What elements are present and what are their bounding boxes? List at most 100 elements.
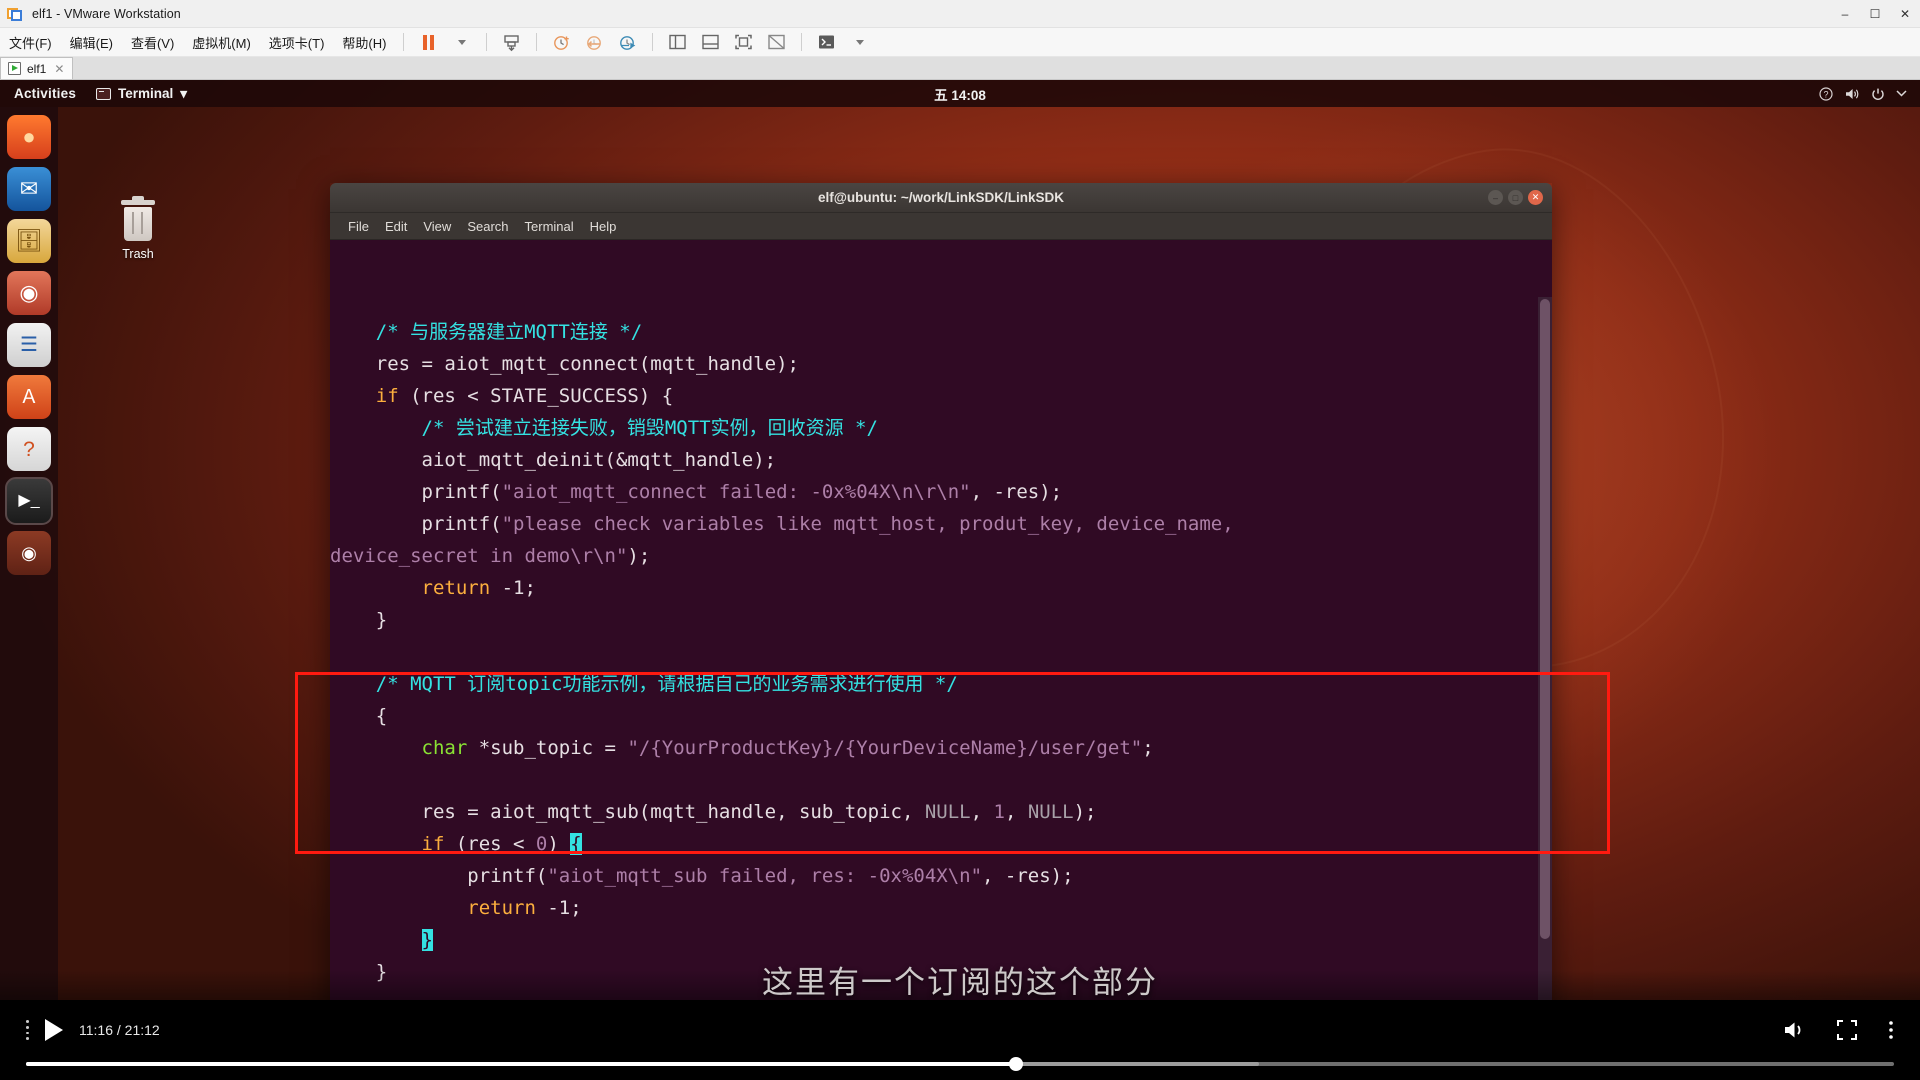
terminal-menu-file[interactable]: File (340, 217, 377, 236)
fullscreen-icon[interactable] (729, 30, 758, 54)
code-token: "aiot_mqtt_sub failed, res: -0x%04X\n" (547, 865, 983, 887)
app-menu-terminal[interactable]: Terminal ▾ (88, 86, 195, 102)
code-line: aiot_mqtt_deinit(&mqtt_handle); (330, 444, 1552, 476)
menu-help[interactable]: 帮助(H) (333, 30, 395, 55)
ubuntu-dock[interactable]: ● ✉ 🗄 ◉ ☰ Ａ ? ▶_ ◉ (0, 107, 58, 1000)
terminal-menu-edit[interactable]: Edit (377, 217, 415, 236)
guest-os-viewport[interactable]: Activities Terminal ▾ 五 14:08 ? ● ✉ 🗄 ◉ … (0, 80, 1920, 1000)
ubuntu-topbar: Activities Terminal ▾ 五 14:08 ? (0, 80, 1920, 107)
vm-tab-elf1[interactable]: elf1 ✕ (0, 57, 74, 79)
terminal-menu-terminal[interactable]: Terminal (517, 217, 582, 236)
terminal-menu-view[interactable]: View (415, 217, 459, 236)
menu-edit[interactable]: 编辑(E) (61, 30, 122, 55)
more-options-icon[interactable] (1888, 1019, 1894, 1041)
pause-icon[interactable] (414, 30, 443, 54)
dock-item-rhythmbox[interactable]: ◉ (7, 271, 51, 315)
vmware-window-buttons: – ☐ ✕ (1830, 0, 1920, 28)
scrollbar-thumb[interactable] (1540, 299, 1550, 939)
progress-bar-handle[interactable] (1009, 1057, 1024, 1071)
code-token: (res < STATE_SUCCESS) { (398, 385, 674, 407)
show-thumbnail-bar-icon[interactable] (696, 30, 725, 54)
code-token: 1 (993, 801, 1005, 823)
volume-icon[interactable] (1782, 1019, 1806, 1041)
show-library-icon[interactable] (663, 30, 692, 54)
code-token: , -res); (970, 481, 1063, 503)
code-token: , (1004, 801, 1028, 823)
menu-vm[interactable]: 虚拟机(M) (183, 30, 260, 55)
console-view-icon[interactable] (812, 30, 841, 54)
menu-view[interactable]: 查看(V) (122, 30, 183, 55)
code-token: NULL (924, 801, 971, 823)
player-right-controls (1782, 1019, 1894, 1041)
code-token: ); (627, 545, 651, 567)
code-line: printf("aiot_mqtt_sub failed, res: -0x%0… (330, 860, 1552, 892)
maximize-button[interactable]: □ (1508, 190, 1523, 205)
drag-handle-icon[interactable] (26, 1020, 29, 1040)
code-token: if (421, 833, 445, 855)
code-line: printf("please check variables like mqtt… (330, 508, 1552, 540)
desktop-icon-trash[interactable]: Trash (96, 196, 180, 261)
vmware-tabbar: elf1 ✕ (0, 57, 1920, 80)
code-token: -1; (535, 897, 582, 919)
firefox-icon: ● (22, 124, 36, 149)
send-ctrl-alt-del-icon[interactable] (497, 30, 526, 54)
snapshot-manager-icon[interactable] (613, 30, 642, 54)
clock[interactable]: 五 14:08 (934, 84, 986, 104)
terminal-menu-search[interactable]: Search (459, 217, 516, 236)
dock-item-terminal[interactable]: ▶_ (5, 477, 53, 525)
code-token: /* MQTT 订阅topic功能示例，请根据自己的业务需求进行使用 */ (375, 673, 958, 695)
dock-item-help[interactable]: ? (7, 427, 51, 471)
dock-item-thunderbird[interactable]: ✉ (7, 167, 51, 211)
minimize-button[interactable]: – (1830, 0, 1860, 28)
activities-button[interactable]: Activities (0, 86, 88, 101)
console-view-caret-icon[interactable] (845, 30, 874, 54)
help-icon[interactable]: ? (1819, 86, 1833, 101)
grid-icon: ◉ (21, 543, 37, 563)
code-token: printf( (330, 865, 548, 887)
dock-item-show-applications[interactable]: ◉ (7, 531, 51, 575)
code-token: printf( (330, 481, 502, 503)
svg-text:?: ? (1823, 89, 1828, 99)
unity-mode-icon[interactable] (762, 30, 791, 54)
files-icon: 🗄 (15, 228, 43, 253)
terminal-scrollbar[interactable] (1538, 297, 1552, 1000)
code-token: aiot_mqtt_deinit(&mqtt_handle); (330, 449, 777, 471)
terminal-menu-help[interactable]: Help (582, 217, 625, 236)
snapshot-take-icon[interactable] (547, 30, 576, 54)
close-button[interactable]: ✕ (1890, 0, 1920, 28)
code-line: char *sub_topic = "/{YourProductKey}/{Yo… (330, 732, 1552, 764)
system-tray[interactable]: ? (1819, 86, 1920, 101)
dock-item-firefox[interactable]: ● (7, 115, 51, 159)
dropdown-caret-icon[interactable] (447, 30, 476, 54)
code-token: ) (547, 833, 571, 855)
play-icon[interactable] (45, 1019, 63, 1041)
dock-item-ubuntu-software[interactable]: Ａ (7, 375, 51, 419)
menu-tabs[interactable]: 选项卡(T) (260, 30, 334, 55)
power-icon[interactable] (1871, 87, 1885, 101)
menu-file[interactable]: 文件(F) (0, 30, 61, 55)
minimize-button[interactable]: – (1488, 190, 1503, 205)
close-icon[interactable]: ✕ (54, 62, 64, 76)
dock-item-libreoffice-writer[interactable]: ☰ (7, 323, 51, 367)
dock-item-files[interactable]: 🗄 (7, 219, 51, 263)
code-token: ; (1142, 737, 1154, 759)
close-button[interactable]: ✕ (1528, 190, 1543, 205)
terminal-window-buttons: – □ ✕ (1488, 190, 1543, 205)
terminal-body[interactable]: /* 与服务器建立MQTT连接 */ res = aiot_mqtt_conne… (330, 240, 1552, 1000)
snapshot-revert-icon[interactable] (580, 30, 609, 54)
code-editor-content[interactable]: /* 与服务器建立MQTT连接 */ res = aiot_mqtt_conne… (330, 304, 1552, 988)
maximize-button[interactable]: ☐ (1860, 0, 1890, 28)
progress-bar-track[interactable] (26, 1057, 1894, 1071)
chevron-down-icon[interactable] (1896, 89, 1907, 98)
volume-icon[interactable] (1844, 87, 1860, 101)
code-line: if (res < STATE_SUCCESS) { (330, 380, 1552, 412)
fullscreen-icon[interactable] (1836, 1019, 1858, 1041)
code-line: device_secret in demo\r\n"); (330, 540, 1552, 572)
code-token: "/{YourProductKey}/{YourDeviceName}/user… (627, 737, 1143, 759)
player-left-controls: 11:16 / 21:12 (26, 1019, 160, 1041)
vm-powered-on-icon (8, 62, 21, 75)
terminal-window[interactable]: elf@ubuntu: ~/work/LinkSDK/LinkSDK – □ ✕… (330, 183, 1552, 1000)
